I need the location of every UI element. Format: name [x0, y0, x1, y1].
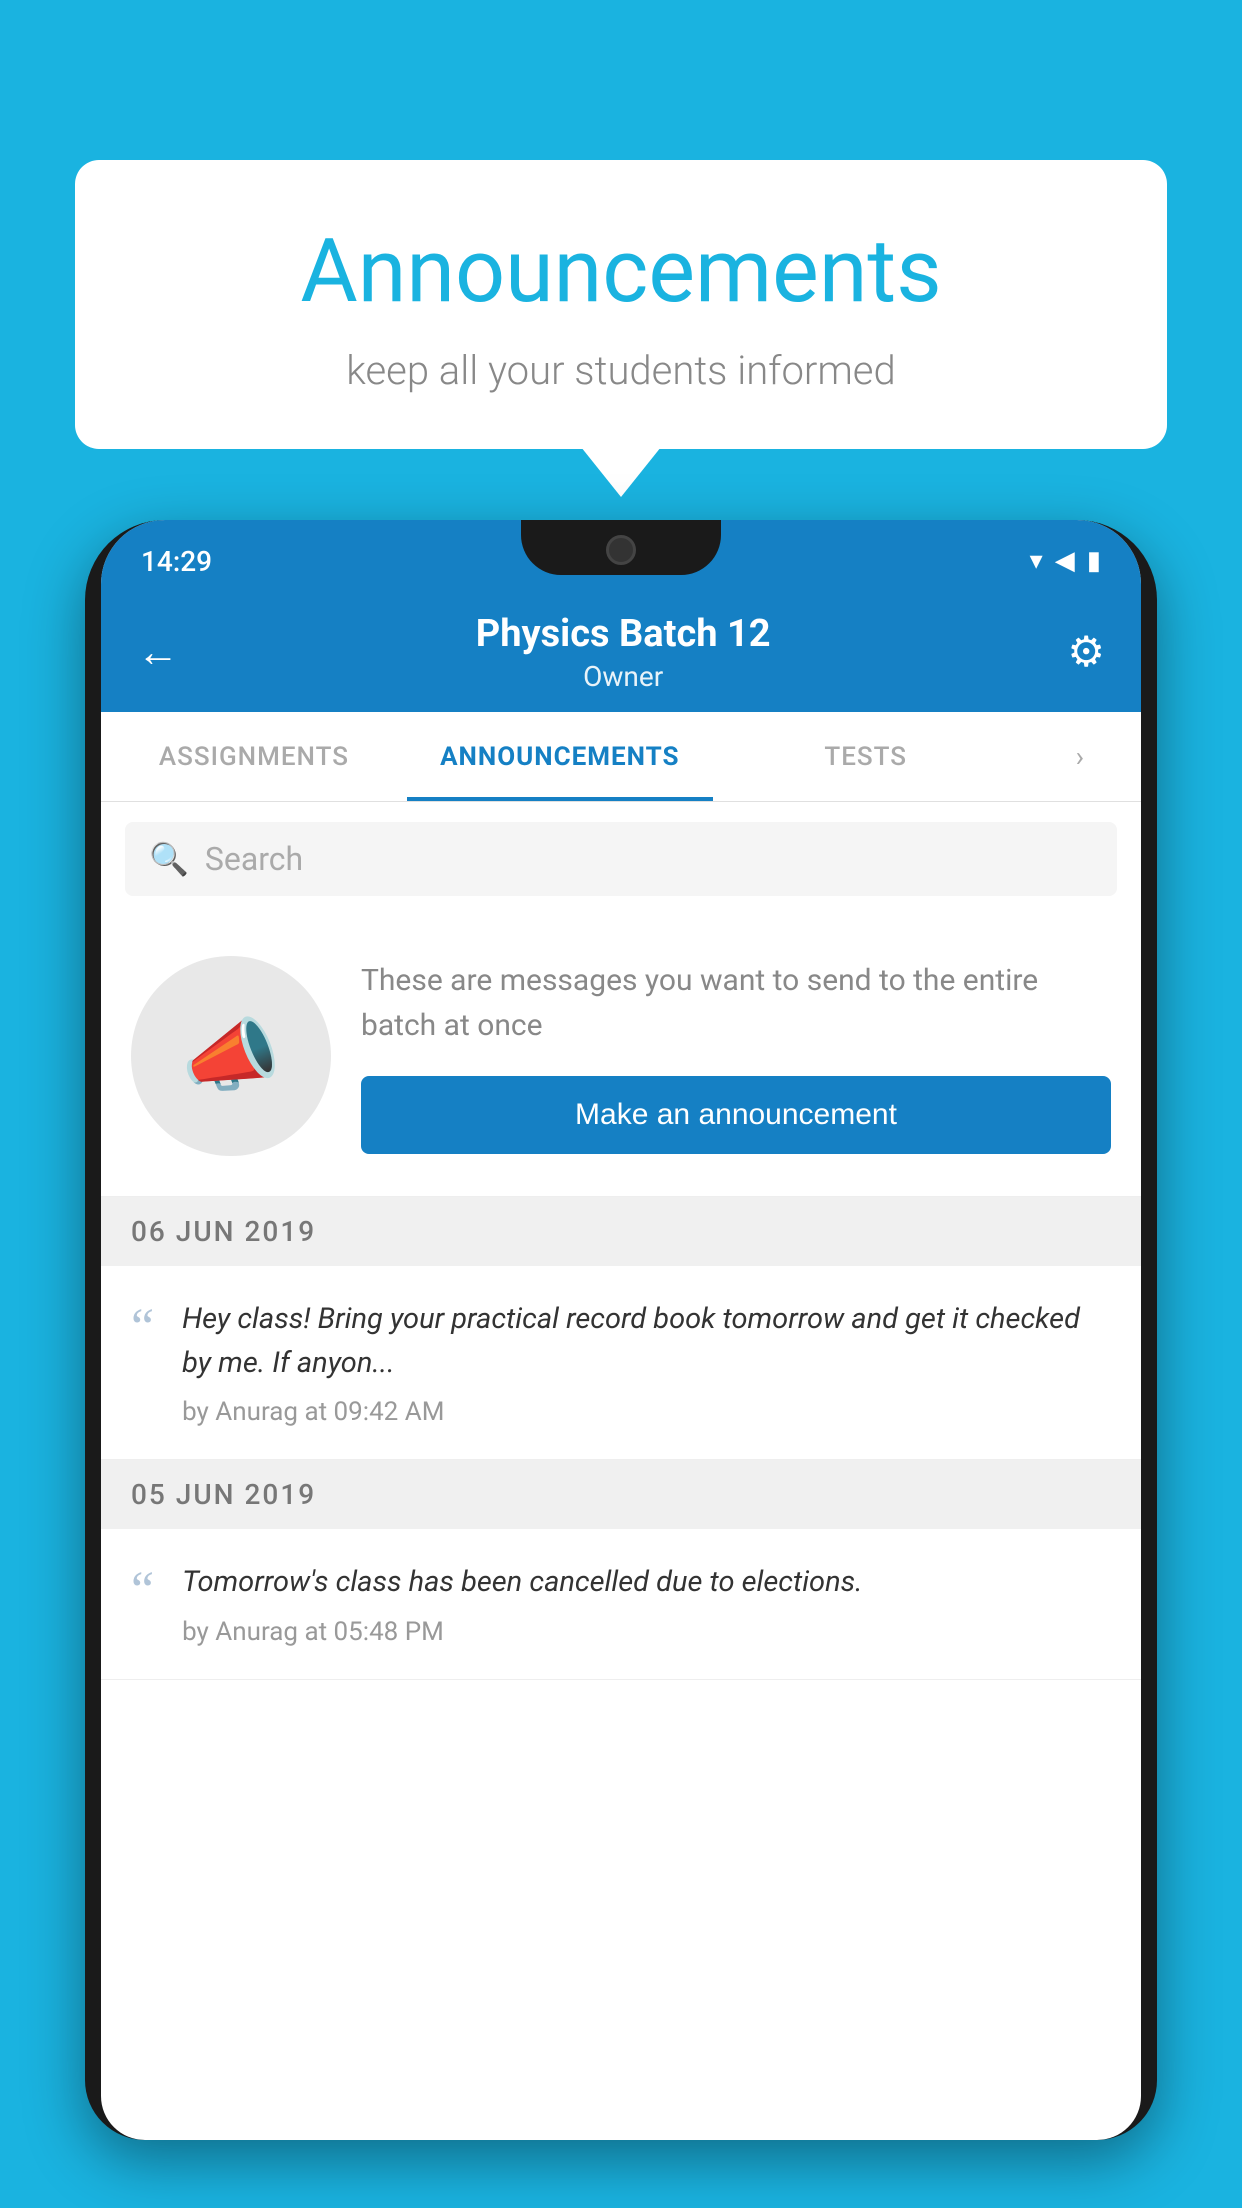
settings-icon[interactable]: ⚙: [1067, 627, 1105, 677]
announcement-item-2[interactable]: “ Tomorrow's class has been cancelled du…: [101, 1529, 1141, 1680]
announcement-content-1: Hey class! Bring your practical record b…: [182, 1298, 1111, 1427]
search-bar[interactable]: 🔍 Search: [125, 822, 1117, 896]
date-separator-1: 06 JUN 2019: [101, 1197, 1141, 1266]
announcement-item-1[interactable]: “ Hey class! Bring your practical record…: [101, 1266, 1141, 1460]
search-input[interactable]: Search: [205, 840, 303, 878]
tab-announcements[interactable]: ANNOUNCEMENTS: [407, 712, 713, 801]
speech-bubble: Announcements keep all your students inf…: [75, 160, 1167, 449]
promo-description: These are messages you want to send to t…: [361, 958, 1111, 1048]
quote-icon-1: “: [131, 1302, 154, 1354]
announcement-text-1: Hey class! Bring your practical record b…: [182, 1298, 1111, 1385]
app-header: ← Physics Batch 12 Owner ⚙: [101, 592, 1141, 712]
search-bar-wrap: 🔍 Search: [101, 802, 1141, 916]
announcement-content-2: Tomorrow's class has been cancelled due …: [182, 1561, 1111, 1647]
phone-frame: 14:29 ▾ ◀ ▮ ← Physics Batch 12 Owner ⚙: [85, 520, 1157, 2140]
phone-screen: 14:29 ▾ ◀ ▮ ← Physics Batch 12 Owner ⚙: [101, 520, 1141, 2140]
speech-bubble-container: Announcements keep all your students inf…: [75, 160, 1167, 449]
tab-tests[interactable]: TESTS: [713, 712, 1019, 801]
promo-block: 📣 These are messages you want to send to…: [101, 916, 1141, 1197]
date-separator-2: 05 JUN 2019: [101, 1460, 1141, 1529]
bubble-subtitle: keep all your students informed: [125, 347, 1117, 394]
announcement-meta-2: by Anurag at 05:48 PM: [182, 1617, 1111, 1647]
tab-assignments[interactable]: ASSIGNMENTS: [101, 712, 407, 801]
promo-icon-circle: 📣: [131, 956, 331, 1156]
wifi-icon: ▾: [1030, 546, 1043, 576]
status-icons: ▾ ◀ ▮: [1030, 546, 1101, 576]
megaphone-icon: 📣: [181, 1009, 281, 1103]
back-button[interactable]: ←: [137, 628, 179, 677]
make-announcement-button[interactable]: Make an announcement: [361, 1076, 1111, 1154]
tab-more-button[interactable]: ›: [1019, 712, 1141, 801]
tabs-bar: ASSIGNMENTS ANNOUNCEMENTS TESTS ›: [101, 712, 1141, 802]
phone-notch: [521, 520, 721, 575]
promo-right: These are messages you want to send to t…: [361, 958, 1111, 1154]
header-title: Physics Batch 12: [476, 612, 771, 656]
announcement-meta-1: by Anurag at 09:42 AM: [182, 1397, 1111, 1427]
battery-icon: ▮: [1087, 546, 1101, 576]
status-time: 14:29: [141, 545, 212, 578]
header-center: Physics Batch 12 Owner: [476, 612, 771, 693]
announcement-text-2: Tomorrow's class has been cancelled due …: [182, 1561, 1111, 1605]
search-icon: 🔍: [149, 840, 189, 878]
header-subtitle: Owner: [476, 660, 771, 693]
phone-wrapper: 14:29 ▾ ◀ ▮ ← Physics Batch 12 Owner ⚙: [85, 520, 1157, 2208]
phone-camera: [606, 535, 636, 565]
quote-icon-2: “: [131, 1565, 154, 1617]
bubble-title: Announcements: [125, 220, 1117, 323]
signal-icon: ◀: [1055, 546, 1075, 576]
